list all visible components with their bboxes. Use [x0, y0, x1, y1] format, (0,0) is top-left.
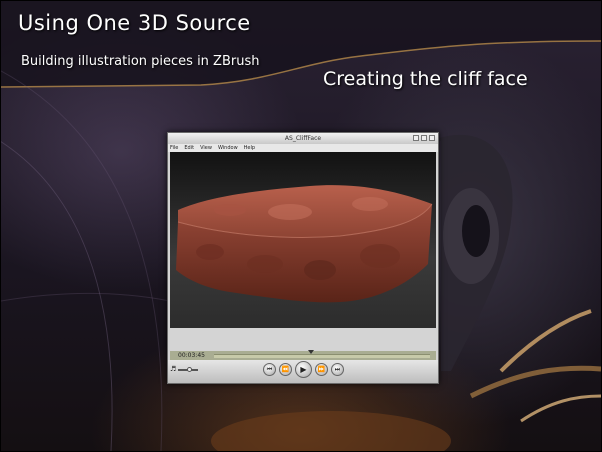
skip-to-start-icon: ⏮	[266, 365, 273, 373]
timeline-bar: 00:03:45	[170, 350, 436, 360]
play-icon: ▶	[300, 364, 307, 374]
volume-icon[interactable]: ♬	[170, 365, 176, 373]
fast-forward-icon: ⏩	[317, 365, 326, 373]
fast-forward-button[interactable]: ⏩	[315, 363, 328, 376]
skip-to-end-icon: ⏭	[334, 365, 341, 373]
volume-slider[interactable]	[178, 367, 198, 372]
cliff-sculpt-render	[176, 185, 433, 303]
progress-track[interactable]	[214, 350, 430, 358]
rewind-button[interactable]: ⏪	[279, 363, 292, 376]
timecode-readout: 00:03:45	[178, 352, 205, 359]
rewind-icon: ⏪	[281, 365, 290, 373]
menu-help[interactable]: Help	[244, 144, 255, 152]
menu-bar: File Edit View Window Help	[168, 144, 438, 152]
menu-file[interactable]: File	[170, 144, 178, 152]
menu-view[interactable]: View	[200, 144, 212, 152]
window-title: AS_CliffFace	[284, 135, 322, 142]
volume-knob[interactable]	[187, 367, 192, 372]
video-player-window: AS_CliffFace File Edit View Window Help	[167, 132, 439, 384]
minimize-button[interactable]	[413, 135, 419, 141]
menu-window[interactable]: Window	[218, 144, 238, 152]
play-button[interactable]: ▶	[295, 361, 312, 378]
slide-heading: Creating the cliff face	[323, 68, 528, 90]
transport-controls: ♬ ⏮ ⏪ ▶ ⏩ ⏭	[168, 360, 438, 383]
close-button[interactable]	[429, 135, 435, 141]
menu-edit[interactable]: Edit	[184, 144, 194, 152]
slide-title: Using One 3D Source	[18, 11, 251, 35]
skip-to-end-button[interactable]: ⏭	[331, 363, 344, 376]
video-viewport[interactable]	[170, 152, 436, 328]
playhead-marker[interactable]	[308, 350, 315, 354]
maximize-button[interactable]	[421, 135, 427, 141]
skip-to-start-button[interactable]: ⏮	[263, 363, 276, 376]
slide-subtitle: Building illustration pieces in ZBrush	[21, 54, 260, 69]
slide: Using One 3D Source Building illustratio…	[0, 0, 602, 452]
